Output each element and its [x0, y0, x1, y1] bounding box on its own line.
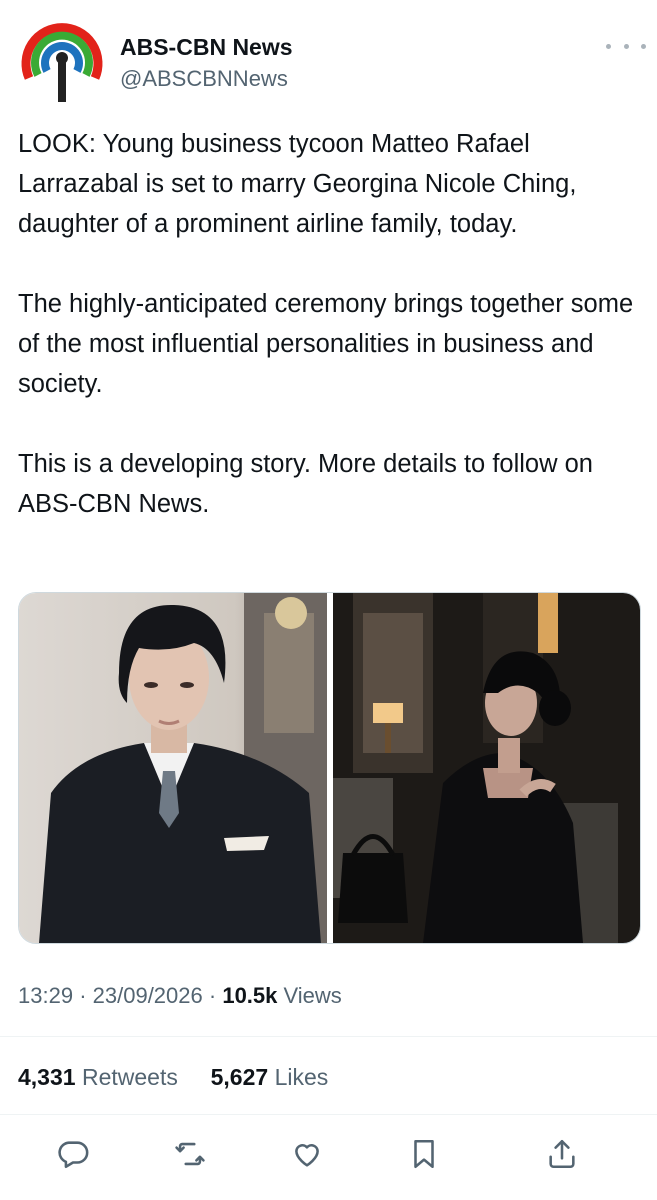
views-count: 10.5k — [222, 983, 278, 1008]
divider — [0, 1114, 657, 1115]
abs-cbn-logo-icon — [21, 21, 103, 103]
tweet-meta: 13:29 · 23/09/2026 · 10.5k Views — [18, 983, 342, 1009]
account-handle[interactable]: @ABSCBNNews — [120, 66, 288, 92]
tweet-text: LOOK: Young business tycoon Matteo Rafae… — [18, 124, 643, 524]
share-icon[interactable] — [540, 1132, 584, 1176]
retweets-stat[interactable]: 4,331 Retweets — [18, 1064, 184, 1090]
tweet-media — [18, 592, 641, 944]
more-options-icon[interactable] — [606, 34, 646, 58]
abs-cbn-logo-avatar[interactable] — [20, 20, 104, 104]
tweet-time[interactable]: 13:29 — [18, 983, 73, 1008]
retweets-label: Retweets — [81, 1064, 178, 1090]
like-icon[interactable] — [285, 1132, 329, 1176]
divider — [0, 1036, 657, 1037]
likes-count: 5,627 — [210, 1064, 269, 1090]
reply-icon[interactable] — [51, 1132, 95, 1176]
photo-groom[interactable] — [19, 593, 327, 943]
tweet-paragraph: LOOK: Young business tycoon Matteo Rafae… — [18, 130, 577, 238]
retweet-icon[interactable] — [168, 1132, 212, 1176]
display-name[interactable]: ABS-CBN News — [120, 34, 293, 61]
engagement-stats: 4,331 Retweets 5,627 Likes — [18, 1064, 328, 1091]
views-label: Views — [283, 983, 342, 1008]
likes-label: Likes — [274, 1064, 329, 1090]
tweet-paragraph: This is a developing story. More details… — [18, 450, 593, 518]
likes-stat[interactable]: 5,627 Likes — [211, 1064, 329, 1090]
photo-bride[interactable] — [332, 593, 641, 943]
bookmark-icon[interactable] — [402, 1132, 446, 1176]
meta-separator: · — [79, 983, 87, 1008]
action-bar — [0, 1132, 657, 1176]
meta-separator: · — [208, 983, 217, 1008]
tweet-date[interactable]: 23/09/2026 — [93, 983, 203, 1008]
tweet-paragraph: The highly-anticipated ceremony brings t… — [18, 290, 634, 398]
retweets-count: 4,331 — [18, 1064, 76, 1090]
